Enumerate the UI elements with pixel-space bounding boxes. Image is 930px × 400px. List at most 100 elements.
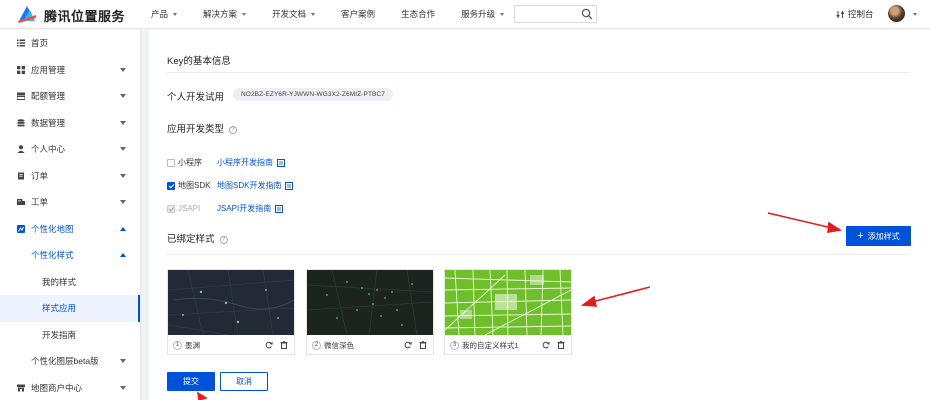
sidebar-item-home[interactable]: 首页: [0, 30, 140, 57]
plus-icon: +: [857, 230, 864, 242]
nav-item-solutions[interactable]: 解决方案: [203, 0, 247, 29]
submit-button[interactable]: 提交: [167, 372, 215, 391]
chevron-down-icon: [120, 173, 126, 178]
style-name: 我的自定义样式1: [462, 341, 519, 350]
ticket-icon: [17, 199, 25, 206]
search-box: [514, 5, 597, 23]
user-icon: [17, 145, 25, 154]
search-input[interactable]: [515, 6, 579, 22]
help-icon[interactable]: ?: [229, 126, 238, 134]
chevron-down-icon: [120, 200, 126, 204]
refresh-icon[interactable]: [265, 341, 273, 349]
key-value-tag: NO2BZ-EZY6R-YJWWN-WG3X2-Z6MIZ-PTBC7: [233, 88, 393, 101]
avatar[interactable]: [888, 5, 905, 22]
chevron-down-icon: [120, 94, 126, 98]
map-thumbnail-dark: [168, 270, 294, 335]
divider: [167, 254, 909, 255]
cancel-button[interactable]: 取消: [220, 372, 268, 391]
checkbox-map-sdk[interactable]: [167, 181, 175, 190]
nav-item-products[interactable]: 产品: [151, 0, 178, 29]
quota-icon: [17, 92, 25, 101]
external-doc-icon: [277, 158, 285, 167]
chevron-down-icon: [500, 13, 505, 16]
chevron-down-icon: [120, 147, 126, 151]
main-nav: 产品 解决方案 开发文档 客户案例 生态合作 服务升级: [151, 0, 530, 29]
style-index: 1: [173, 341, 182, 350]
style-name: 微信深色: [324, 341, 354, 350]
sidebar-item-custom-layer[interactable]: 个性化图层beta版: [0, 348, 140, 375]
chevron-down-icon: [120, 67, 126, 72]
key-section-title: Key的基本信息: [167, 56, 231, 67]
external-doc-icon: [285, 181, 294, 190]
search-icon[interactable]: [581, 8, 593, 20]
checkbox-miniprogram[interactable]: [167, 158, 175, 167]
sidebar-item-tickets[interactable]: 工单: [0, 189, 140, 216]
style-card[interactable]: 1 墨渊: [167, 269, 295, 355]
help-icon[interactable]: ?: [219, 236, 228, 244]
top-navbar: 腾讯位置服务 产品 解决方案 开发文档 客户案例 生态合作 服务升级 控制台: [0, 0, 930, 29]
sidebar-item-custom-map[interactable]: 个性化地图: [0, 216, 140, 243]
key-type-label: 个人开发试用: [167, 92, 225, 103]
chevron-down-icon: [242, 13, 247, 16]
dev-type-row-sdk: 地图SDK 地图SDK开发指南: [167, 180, 294, 191]
delete-icon[interactable]: [419, 341, 427, 349]
nav-item-upgrade[interactable]: 服务升级: [461, 0, 505, 29]
chevron-down-icon[interactable]: [913, 13, 917, 16]
refresh-icon[interactable]: [404, 341, 412, 349]
chevron-down-icon: [173, 13, 178, 16]
sidebar-item-custom-style[interactable]: 个性化样式: [0, 242, 140, 269]
main-panel: Key的基本信息 个人开发试用 NO2BZ-EZY6R-YJWWN-WG3X2-…: [149, 30, 930, 400]
delete-icon[interactable]: [557, 341, 565, 349]
jsapi-guide-link[interactable]: JSAPI开发指南: [217, 203, 284, 214]
brand-name[interactable]: 腾讯位置服务: [44, 6, 125, 25]
style-card[interactable]: 3 我的自定义样式1: [444, 269, 572, 355]
map-thumbnail-dark-green: [307, 270, 433, 335]
sidebar-item-merchant-center[interactable]: 地图商户中心: [0, 375, 140, 400]
shop-icon: [17, 384, 25, 392]
sidebar-item-dev-guide[interactable]: 开发指南: [0, 322, 140, 349]
dev-type-title: 应用开发类型?: [167, 121, 238, 135]
chevron-down-icon: [120, 359, 126, 363]
chevron-up-icon: [120, 226, 126, 231]
chevron-up-icon: [120, 253, 126, 257]
external-doc-icon: [275, 204, 284, 213]
style-name: 墨渊: [185, 341, 200, 350]
console-label: 控制台: [848, 9, 874, 19]
miniprogram-guide-link[interactable]: 小程序开发指南: [217, 157, 285, 168]
sidebar-item-style-apply[interactable]: 样式应用: [0, 295, 140, 322]
map-style-icon: [17, 224, 25, 233]
sidebar-item-orders[interactable]: 订单: [0, 163, 140, 190]
database-icon: [17, 118, 25, 127]
map-thumbnail-green: [445, 270, 571, 335]
checkbox-jsapi: [167, 204, 175, 213]
console-link[interactable]: 控制台: [836, 8, 874, 20]
sidebar-item-data[interactable]: 数据管理: [0, 110, 140, 137]
style-card[interactable]: 2 微信深色: [306, 269, 434, 355]
brand-logo[interactable]: [16, 4, 38, 24]
dev-type-row-miniprogram: 小程序 小程序开发指南: [167, 157, 285, 168]
refresh-icon[interactable]: [542, 341, 550, 349]
sidebar: 首页 应用管理 配额管理 数据管理 个人中心 订单 工单 个性化地图 个性化样式…: [0, 30, 141, 400]
divider: [167, 72, 909, 73]
chevron-down-icon: [311, 13, 316, 16]
chevron-down-icon: [120, 120, 126, 125]
map-sdk-guide-link[interactable]: 地图SDK开发指南: [217, 180, 294, 191]
nav-item-ecosystem[interactable]: 生态合作: [401, 0, 435, 29]
order-icon: [18, 172, 24, 180]
sidebar-item-personal[interactable]: 个人中心: [0, 136, 140, 163]
sidebar-item-app-management[interactable]: 应用管理: [0, 57, 140, 84]
bound-style-title: 已绑定样式?: [167, 231, 228, 245]
style-index: 3: [450, 341, 459, 350]
dev-type-row-jsapi: JSAPI JSAPI开发指南: [167, 203, 284, 214]
style-index: 2: [312, 341, 321, 350]
chevron-down-icon: [120, 385, 126, 390]
sliders-icon: [836, 10, 844, 18]
add-style-button[interactable]: + 添加样式: [846, 226, 911, 246]
nav-item-docs[interactable]: 开发文档: [272, 0, 316, 29]
list-icon: [17, 39, 25, 47]
nav-item-cases[interactable]: 客户案例: [341, 0, 375, 29]
sidebar-item-my-styles[interactable]: 我的样式: [0, 269, 140, 296]
sidebar-item-quota[interactable]: 配额管理: [0, 83, 140, 110]
grid-icon: [17, 65, 25, 74]
delete-icon[interactable]: [280, 341, 288, 349]
